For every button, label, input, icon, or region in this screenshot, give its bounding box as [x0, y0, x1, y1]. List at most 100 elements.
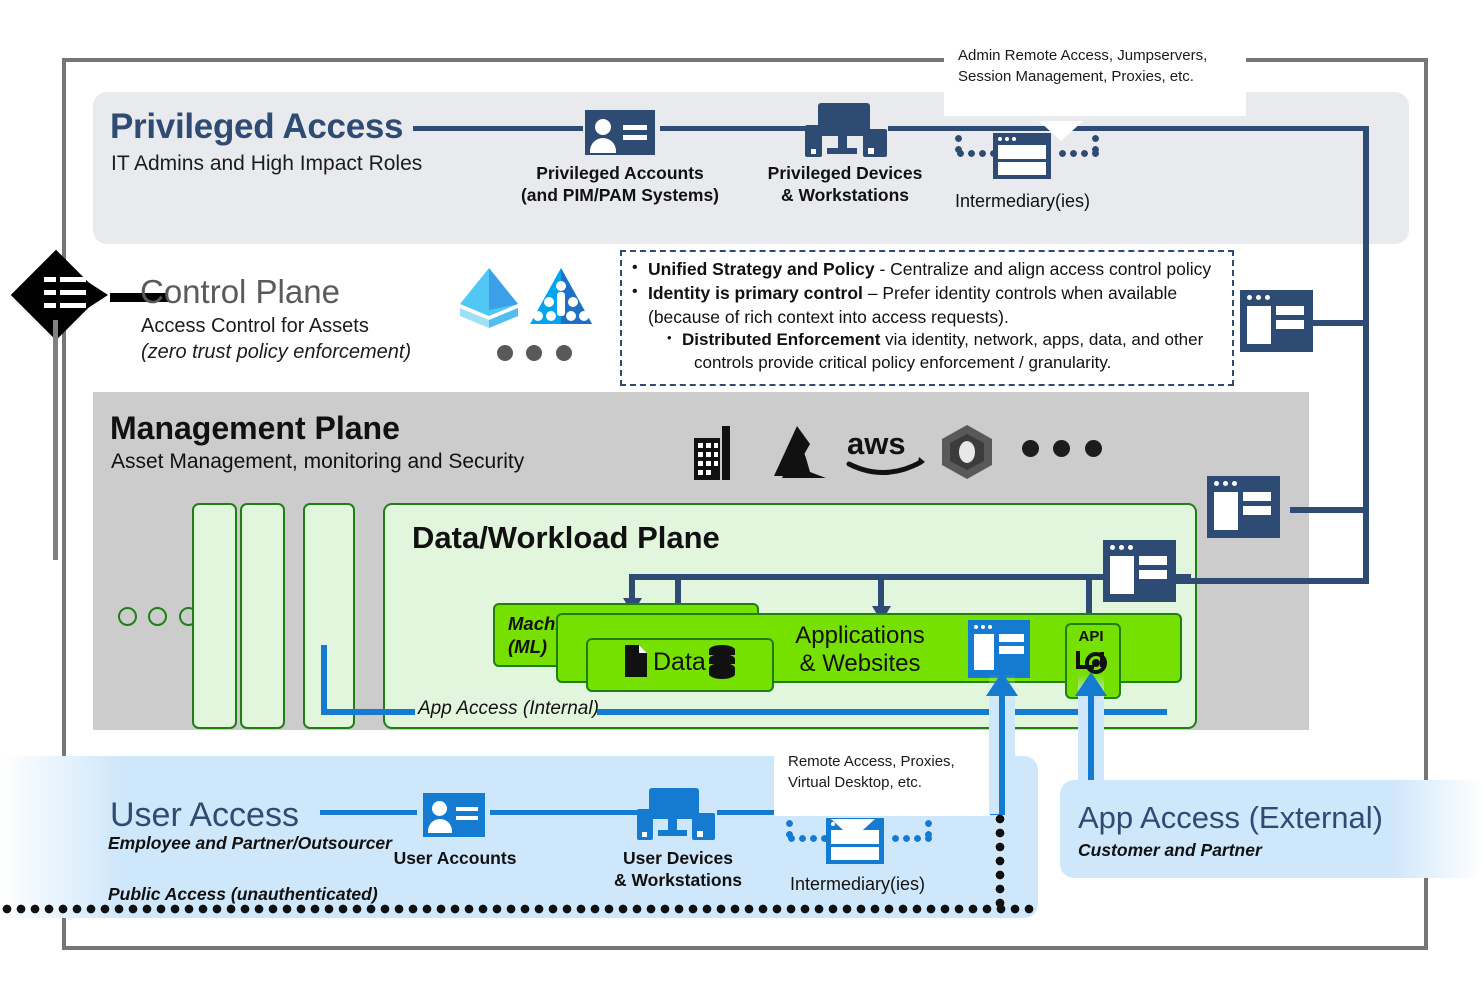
admin-remote-access-callout: Admin Remote Access, Jumpservers, Sessio… [944, 34, 1246, 141]
external-access-title: App Access (External) [1078, 800, 1383, 835]
diamond-line2 [44, 290, 56, 295]
id-badge-icon [585, 110, 655, 155]
privileged-devices-sublabel: & Workstations [780, 185, 910, 205]
user-callout-line1: Remote Access, Proxies, [788, 753, 955, 770]
aws-icon: aws [846, 426, 925, 475]
user-badge-icon [423, 793, 485, 837]
identity-graph-pyramid-icon [530, 268, 592, 324]
connector-accounts-to-userdevices [490, 810, 638, 815]
applications-websites-sublabel: & Websites [799, 650, 921, 677]
devices-workstation-icon [805, 103, 887, 159]
connector-accounts-to-devices [660, 126, 805, 131]
diamond-line1b [60, 277, 86, 282]
policy-bullet-3-bold: Distributed Enforcement [682, 330, 881, 350]
right-rail-branch-data [1174, 578, 1369, 584]
asset-column-3 [303, 503, 355, 729]
database-icon [709, 645, 735, 679]
control-plane-ellipsis-icon [497, 345, 572, 366]
zero-trust-policy-box: Unified Strategy and Policy - Centralize… [620, 250, 1234, 386]
admin-callout-line2: Session Management, Proxies, etc. [958, 68, 1194, 86]
user-intermediary-dash-right-v [925, 818, 932, 842]
management-plane-ellipsis-icon [1022, 440, 1102, 462]
remote-access-callout: Remote Access, Proxies, Virtual Desktop,… [774, 740, 990, 839]
internal-access-vline [321, 645, 327, 715]
diamond-line2b [60, 290, 86, 295]
user-access-subtitle: Employee and Partner/Outsourcer [108, 833, 392, 853]
user-callout-line2: Virtual Desktop, etc. [788, 774, 922, 792]
control-plane-subtitle: Access Control for Assets [141, 315, 369, 337]
policy-bullet-1: Unified Strategy and Policy - Centralize… [632, 258, 1222, 281]
web-app-window-icon [968, 620, 1030, 678]
policy-bullet-1-bold: Unified Strategy and Policy [648, 259, 875, 279]
policy-bullet-2-rest: – Prefer identity controls when availabl… [862, 282, 1178, 303]
external-access-subtitle: Customer and Partner [1078, 840, 1262, 860]
user-devices-label: User Devices [623, 848, 733, 868]
diamond-line1 [44, 277, 56, 282]
azure-icon [774, 426, 826, 478]
app-access-riser-2 [1088, 690, 1094, 788]
policy-bullet-2-cont: (because of rich context into access req… [648, 306, 1009, 327]
public-access-label: Public Access (unauthenticated) [108, 884, 378, 904]
document-icon [625, 645, 647, 677]
asset-ellipsis-icon [118, 607, 198, 631]
privileged-access-subtitle: IT Admins and High Impact Roles [111, 152, 423, 175]
user-access-band-fade [0, 756, 120, 918]
data-workload-plane-title: Data/Workload Plane [412, 520, 720, 555]
control-plane-title: Control Plane [140, 273, 340, 310]
internal-access-hline-left [321, 709, 415, 715]
user-devices-sublabel: & Workstations [613, 870, 743, 890]
management-plane-title: Management Plane [110, 410, 400, 446]
on-premises-datacenter-icon [694, 426, 730, 480]
admin-callout-line1: Admin Remote Access, Jumpservers, [958, 47, 1208, 64]
user-intermediary-label: Intermediary(ies) [789, 874, 926, 894]
control-plane-subtitle2: (zero trust policy enforcement) [141, 341, 412, 363]
right-rail-branch-mgmt [1290, 507, 1369, 513]
policy-bullet-3: Distributed Enforcement via identity, ne… [667, 329, 1222, 351]
privileged-devices-label: Privileged Devices [767, 163, 923, 183]
policy-bullet-2-bold: Identity is primary control [648, 282, 863, 303]
user-access-title: User Access [110, 796, 299, 834]
control-plane-window-icon [1240, 290, 1313, 352]
user-accounts-label: User Accounts [393, 848, 517, 868]
policy-bullet-1-rest: - Centralize and align access control po… [874, 259, 1212, 279]
azure-ad-pyramid-icon [460, 268, 518, 328]
intermediary-dash-left-v [955, 133, 962, 157]
management-plane-window-icon [1207, 476, 1280, 538]
external-access-band-fade [1392, 780, 1482, 878]
control-plane-vertical-line [53, 320, 58, 560]
applications-websites-label: Applications [795, 622, 925, 649]
diamond-line3 [44, 303, 56, 308]
intermediary-dash-right-v [1092, 133, 1099, 157]
right-rail-vertical [1363, 126, 1369, 584]
public-access-dotted-line [0, 904, 1036, 914]
policy-bullet-3-rest: via identity, network, apps, data, and o… [880, 330, 1204, 350]
app-access-riser-1 [999, 690, 1005, 815]
user-devices-icon [637, 788, 715, 842]
user-intermediary-dash-left-v [786, 818, 793, 842]
policy-bullet-2: Identity is primary control – Prefer ide… [632, 282, 1222, 305]
connector-devices-to-right-rail [888, 126, 1368, 131]
policy-bullet-3-cont: controls provide critical policy enforce… [694, 353, 1112, 373]
privileged-accounts-sublabel: (and PIM/PAM Systems) [520, 185, 720, 205]
app-access-arrow-1-icon [986, 672, 1018, 696]
admin-callout-tail [1039, 121, 1083, 141]
app-access-arrow-2-icon [1075, 672, 1107, 696]
svg-text:aws: aws [847, 426, 906, 461]
privileged-intermediary-label: Intermediary(ies) [954, 191, 1091, 211]
google-cloud-icon [942, 425, 992, 479]
app-access-internal-label: App Access (Internal) [418, 698, 599, 719]
diamond-line3b [60, 303, 86, 308]
user-callout-tail [831, 819, 875, 839]
connector-title-to-accounts [413, 126, 583, 131]
asset-column-1 [192, 503, 237, 729]
management-plane-subtitle: Asset Management, monitoring and Securit… [111, 450, 525, 473]
data-plane-window-icon [1103, 540, 1176, 602]
right-rail-branch-control [1313, 320, 1369, 326]
machine-learning-sublabel: (ML) [508, 636, 548, 657]
asset-column-2 [240, 503, 285, 729]
control-plane-arrow-icon [88, 282, 108, 308]
public-access-riser-dotted [995, 812, 1005, 908]
privileged-accounts-label: Privileged Accounts [536, 163, 704, 183]
data-label: Data [653, 648, 706, 676]
connector-useraccess-to-accounts [320, 810, 417, 815]
